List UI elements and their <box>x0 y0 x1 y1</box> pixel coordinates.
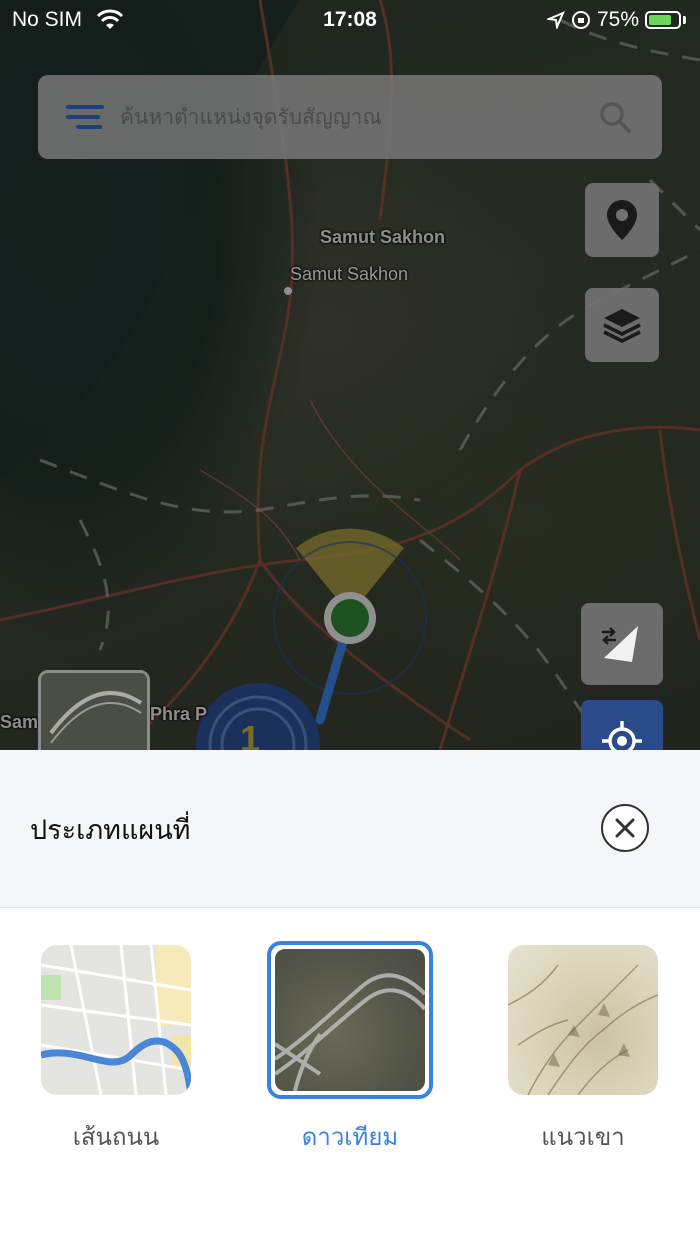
pin-button[interactable] <box>585 183 659 257</box>
search-bar <box>38 75 662 159</box>
search-icon[interactable] <box>598 100 632 134</box>
satellite-thumbnail <box>267 941 433 1099</box>
battery-nub <box>683 16 686 24</box>
layers-button[interactable] <box>585 288 659 362</box>
orientation-lock-icon <box>571 11 590 29</box>
status-bar: No SIM 17:08 75% <box>0 0 700 40</box>
sheet-title: ประเภทแผนที่ <box>30 815 191 846</box>
battery-icon <box>645 11 681 29</box>
layers-icon <box>603 309 641 343</box>
map-type-terrain[interactable]: แนวเขา <box>498 945 668 1156</box>
terrain-thumbnail <box>508 945 658 1095</box>
map-type-road[interactable]: เส้นถนน <box>31 945 201 1156</box>
satellite-option-label: ดาวเทียม <box>301 1123 399 1151</box>
terrain-option-label: แนวเขา <box>541 1123 625 1151</box>
road-option-label: เส้นถนน <box>72 1123 160 1151</box>
compass-button[interactable] <box>581 603 663 685</box>
road-map-thumbnail <box>41 945 191 1095</box>
battery-percent: 75% <box>596 8 639 31</box>
navigation-arrow-icon <box>602 626 638 662</box>
close-button[interactable] <box>601 804 649 852</box>
close-icon <box>615 818 635 838</box>
location-arrow-icon <box>546 11 565 29</box>
search-input[interactable] <box>120 105 598 129</box>
sheet-header: ประเภทแผนที่ <box>0 750 700 908</box>
map-pin-icon <box>607 200 637 240</box>
menu-icon[interactable] <box>66 99 104 135</box>
map-type-satellite[interactable]: ดาวเทียม <box>265 941 435 1156</box>
map-type-options: เส้นถนน ดาวเทียม แนวเขา <box>0 941 700 1165</box>
map-type-sheet: ประเภทแผนที่ เส้นถนน ดาวเทียม แนวเขา <box>0 750 700 1244</box>
